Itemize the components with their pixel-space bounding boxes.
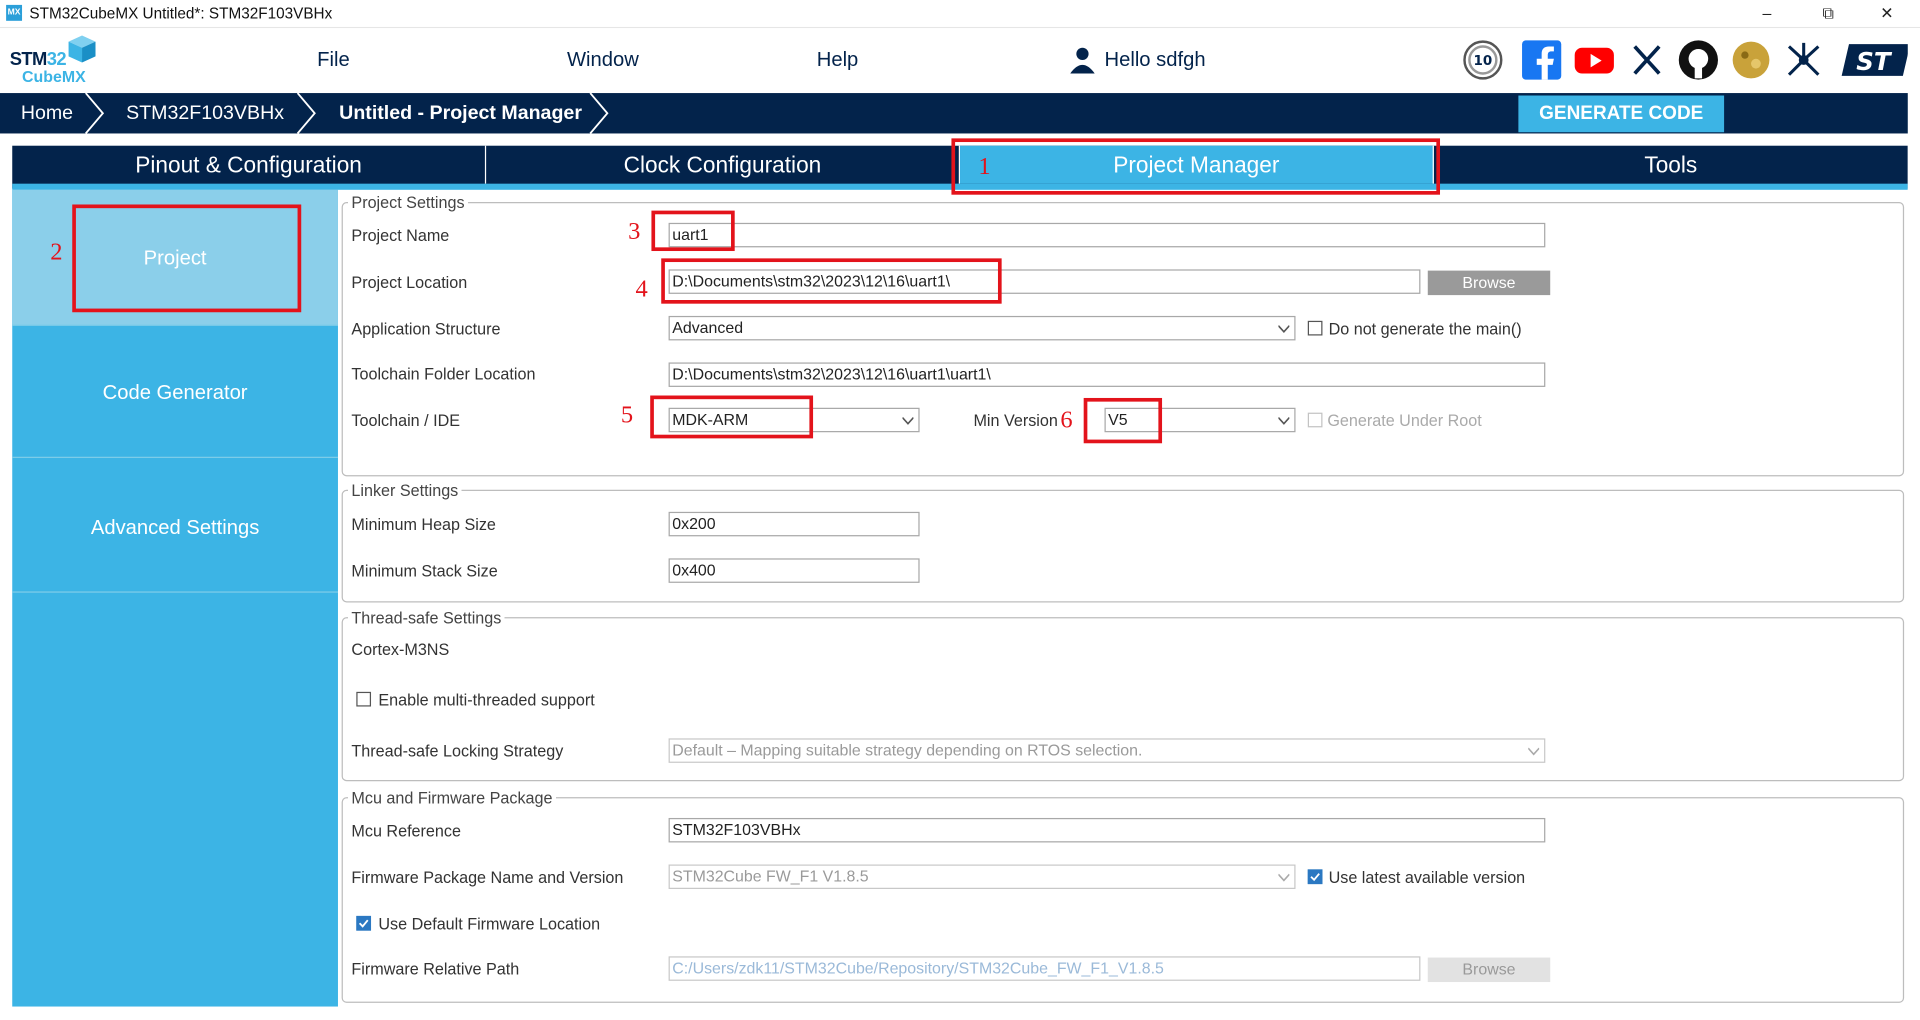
sidebar: Project Code Generator Advanced Settings (12, 189, 338, 1007)
multi-threaded-checkbox[interactable] (356, 691, 372, 707)
annotation-number-2: 2 (50, 238, 63, 266)
tab-pinout[interactable]: Pinout & Configuration (12, 145, 487, 184)
app-icon: MX (6, 4, 23, 21)
locking-strategy-select[interactable]: Default – Mapping suitable strategy depe… (668, 738, 1546, 763)
tab-clock[interactable]: Clock Configuration (486, 145, 961, 184)
core-label: Cortex-M3NS (351, 640, 450, 659)
title-bar: MX STM32CubeMX Untitled*: STM32F103VBHx … (0, 0, 1920, 29)
menu-file[interactable]: File (317, 49, 350, 72)
annotation-number-1: 1 (978, 153, 991, 181)
use-default-firmware-checkbox[interactable] (356, 915, 372, 931)
chevron-right-icon (296, 93, 316, 134)
annotation-box-5 (650, 395, 814, 439)
annotation-number-5: 5 (620, 401, 634, 429)
mcu-reference-input[interactable]: STM32F103VBHx (668, 817, 1546, 843)
window-title: STM32CubeMX Untitled*: STM32F103VBHx (29, 4, 333, 23)
annotation-number-3: 3 (628, 217, 641, 245)
svg-text:ST: ST (1856, 47, 1893, 76)
toolchain-ide-label: Toolchain / IDE (351, 411, 461, 430)
minimize-button[interactable]: – (1739, 0, 1795, 28)
use-latest-version-checkbox[interactable] (1307, 869, 1323, 885)
annotation-box-6 (1083, 397, 1163, 444)
generate-under-root-checkbox[interactable] (1307, 412, 1323, 428)
menu-help[interactable]: Help (817, 49, 859, 72)
stm32cubemx-logo: STM32 CubeMX (10, 34, 98, 88)
github-icon[interactable] (1678, 39, 1720, 81)
breadcrumb-home[interactable]: Home (21, 93, 73, 133)
st-logo-icon[interactable]: ST (1839, 39, 1912, 81)
generate-code-button[interactable]: GENERATE CODE (1518, 95, 1725, 133)
mcu-firmware-package-legend: Mcu and Firmware Package (351, 788, 553, 807)
min-stack-input[interactable]: 0x400 (668, 558, 920, 583)
svg-text:10: 10 (1474, 54, 1493, 69)
chevron-down-icon (1528, 747, 1540, 756)
linker-settings-group: Linker Settings (341, 481, 1905, 603)
sidebar-item-code-generator[interactable]: Code Generator (12, 326, 338, 458)
chevron-down-icon (902, 417, 914, 425)
firmware-path-label: Firmware Relative Path (351, 960, 520, 979)
use-latest-version-label: Use latest available version (1328, 868, 1526, 887)
annotation-number-6: 6 (1060, 406, 1073, 434)
project-name-label: Project Name (351, 226, 450, 245)
min-heap-label: Minimum Heap Size (351, 515, 496, 534)
network-icon[interactable] (1783, 39, 1825, 81)
youtube-icon[interactable] (1573, 39, 1615, 81)
cube-icon (68, 35, 96, 63)
project-location-label: Project Location (351, 273, 468, 292)
window-right-edge (1907, 28, 1920, 1020)
chevron-down-icon (1278, 873, 1290, 882)
community-icon[interactable] (1730, 39, 1772, 81)
linker-settings-legend: Linker Settings (351, 481, 459, 500)
do-not-generate-main-label: Do not generate the main() (1328, 319, 1522, 338)
min-version-label: Min Version (973, 411, 1058, 430)
10-years-icon[interactable]: 10 (1462, 39, 1504, 81)
annotation-box-1 (951, 138, 1441, 195)
multi-threaded-label: Enable multi-threaded support (378, 690, 595, 709)
menu-window[interactable]: Window (567, 49, 639, 72)
do-not-generate-main-checkbox[interactable] (1307, 320, 1323, 336)
annotation-box-3 (651, 210, 735, 252)
annotation-box-4 (661, 258, 1002, 304)
mcu-reference-label: Mcu Reference (351, 821, 461, 841)
breadcrumb-device[interactable]: STM32F103VBHx (126, 93, 284, 133)
firmware-path-input[interactable]: C:/Users/zdk11/STM32Cube/Repository/STM3… (668, 956, 1421, 981)
use-default-firmware-label: Use Default Firmware Location (378, 914, 601, 934)
application-structure-label: Application Structure (351, 319, 501, 338)
firmware-package-label: Firmware Package Name and Version (351, 868, 624, 887)
user-icon (1070, 47, 1095, 74)
tab-tools[interactable]: Tools (1434, 146, 1908, 184)
min-stack-label: Minimum Stack Size (351, 562, 498, 581)
application-structure-select[interactable]: Advanced (668, 315, 1296, 341)
chevron-down-icon (1278, 417, 1290, 425)
locking-strategy-label: Thread-safe Locking Strategy (351, 742, 564, 761)
chevron-right-icon (85, 93, 105, 134)
sidebar-item-advanced-settings[interactable]: Advanced Settings (12, 458, 338, 593)
browse-firmware-button[interactable]: Browse (1427, 957, 1551, 983)
project-name-input[interactable]: uart1 (668, 222, 1546, 248)
firmware-package-select[interactable]: STM32Cube FW_F1 V1.8.5 (668, 864, 1296, 889)
close-button[interactable]: ✕ (1859, 0, 1915, 28)
chevron-down-icon (1278, 325, 1290, 334)
annotation-number-4: 4 (635, 275, 648, 303)
x-icon[interactable] (1626, 39, 1668, 81)
project-settings-legend: Project Settings (351, 193, 465, 212)
user-greeting[interactable]: Hello sdfgh (1104, 49, 1205, 72)
min-heap-input[interactable]: 0x200 (668, 511, 920, 537)
chevron-right-icon (589, 93, 609, 134)
facebook-icon[interactable] (1521, 39, 1563, 81)
annotation-box-2 (72, 204, 302, 313)
breadcrumb-project[interactable]: Untitled - Project Manager (339, 93, 582, 133)
thread-safe-settings-legend: Thread-safe Settings (351, 608, 502, 627)
toolchain-folder-input[interactable]: D:\Documents\stm32\2023\12\16\uart1\uart… (668, 362, 1546, 387)
toolchain-folder-label: Toolchain Folder Location (351, 364, 536, 384)
browse-location-button[interactable]: Browse (1427, 270, 1551, 296)
generate-under-root-label: Generate Under Root (1327, 411, 1482, 430)
restore-button[interactable]: ⧉ (1800, 0, 1856, 28)
